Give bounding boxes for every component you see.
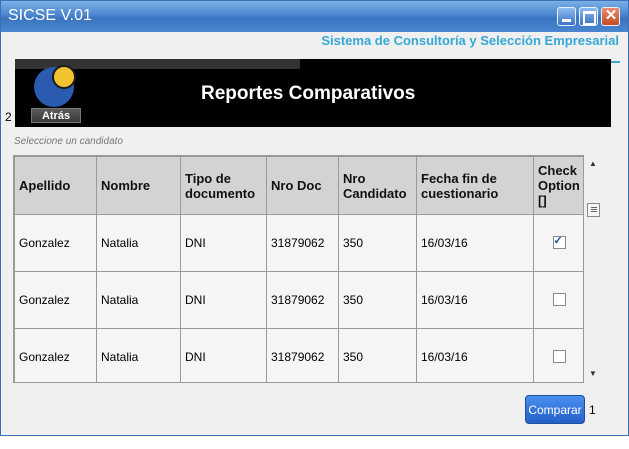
minimize-button[interactable]	[557, 7, 576, 26]
cell-check	[533, 328, 583, 382]
candidates-table: Apellido Nombre Tipo de documento Nro Do…	[13, 155, 584, 383]
col-header-tipo-documento[interactable]: Tipo de documento	[180, 156, 267, 215]
brand-name: Sistema de Consultoría y Selección Empre…	[321, 33, 619, 48]
select-candidate-hint: Seleccione un candidato	[14, 136, 123, 147]
close-icon: ✕	[604, 7, 618, 24]
cell-nombre: Natalia	[96, 271, 181, 329]
cell-fecha: 16/03/16	[416, 271, 534, 329]
table-row[interactable]: Gonzalez Natalia DNI 31879062 350 16/03/…	[14, 214, 583, 272]
maximize-button[interactable]	[579, 7, 598, 26]
logo	[34, 65, 76, 107]
cell-apellido: Gonzalez	[14, 271, 97, 329]
page-title: Reportes Comparativos	[201, 83, 416, 104]
cell-apellido: Gonzalez	[14, 214, 97, 272]
cell-nombre: Natalia	[96, 214, 181, 272]
minimize-icon	[562, 19, 571, 22]
col-header-fecha-fin[interactable]: Fecha fin de cuestionario	[416, 156, 534, 215]
cell-nro-doc: 31879062	[266, 214, 339, 272]
scroll-thumb[interactable]	[587, 203, 600, 217]
header-banner: Reportes Comparativos Atrás	[15, 59, 611, 127]
cell-fecha: 16/03/16	[416, 328, 534, 382]
row-checkbox[interactable]	[552, 293, 566, 306]
close-button[interactable]: ✕	[601, 7, 620, 26]
logo-yellow-circle	[52, 65, 76, 89]
table-row[interactable]: Gonzalez Natalia DNI 31879062 350 16/03/…	[14, 328, 583, 382]
table-row[interactable]: Gonzalez Natalia DNI 31879062 350 16/03/…	[14, 271, 583, 329]
col-header-nombre[interactable]: Nombre	[96, 156, 181, 215]
cell-tipo: DNI	[180, 271, 267, 329]
cell-nro-doc: 31879062	[266, 271, 339, 329]
cell-nro-candidato: 350	[338, 214, 417, 272]
cell-tipo: DNI	[180, 214, 267, 272]
app-window: SICSE V.01 ✕ Sistema de Consultoría y Se…	[0, 0, 629, 436]
table-header-row: Apellido Nombre Tipo de documento Nro Do…	[14, 156, 583, 215]
scroll-down-icon[interactable]: ▼	[589, 369, 597, 378]
cell-nro-doc: 31879062	[266, 328, 339, 382]
cell-tipo: DNI	[180, 328, 267, 382]
table-scrollbar[interactable]: ▲ ▼	[585, 155, 602, 383]
col-header-nro-candidato[interactable]: Nro Candidato	[338, 156, 417, 215]
compare-button[interactable]: Comparar	[525, 395, 585, 424]
title-bar[interactable]: SICSE V.01 ✕	[1, 1, 628, 32]
cell-apellido: Gonzalez	[14, 328, 97, 382]
back-button[interactable]: Atrás	[31, 108, 81, 123]
scroll-up-icon[interactable]: ▲	[589, 159, 597, 168]
cell-check	[533, 271, 583, 329]
compare-button-badge: 1	[589, 403, 596, 417]
row-checkbox[interactable]	[552, 234, 566, 249]
col-header-check-option[interactable]: Check Option []	[533, 156, 583, 215]
cell-nro-candidato: 350	[338, 271, 417, 329]
cell-nombre: Natalia	[96, 328, 181, 382]
back-button-badge: 2	[5, 110, 12, 124]
row-checkbox[interactable]	[552, 350, 566, 363]
col-header-apellido[interactable]: Apellido	[14, 156, 97, 215]
cell-fecha: 16/03/16	[416, 214, 534, 272]
cell-check	[533, 214, 583, 272]
cell-nro-candidato: 350	[338, 328, 417, 382]
window-title: SICSE V.01	[8, 7, 92, 24]
grip-icon	[591, 207, 597, 208]
maximize-icon	[583, 11, 596, 25]
col-header-nro-doc[interactable]: Nro Doc	[266, 156, 339, 215]
